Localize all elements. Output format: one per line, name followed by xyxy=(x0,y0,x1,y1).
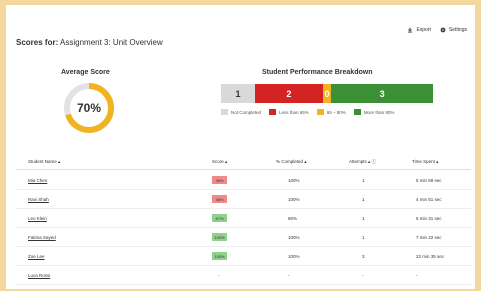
settings-button[interactable]: Settings xyxy=(440,27,467,33)
export-button[interactable]: Export xyxy=(407,27,431,33)
score-badge: 100% xyxy=(212,233,227,241)
title-prefix: Scores for: xyxy=(16,38,59,47)
completed-cell: 60% xyxy=(288,216,298,221)
time-spent-cell: 7 min 22 sec xyxy=(416,235,442,240)
student-name-link[interactable]: Zoe Lee xyxy=(28,254,45,259)
student-name-link[interactable]: Mia Chen xyxy=(28,178,47,183)
settings-label: Settings xyxy=(448,27,467,33)
score-badge: - xyxy=(218,273,220,278)
time-spent-cell: 5 min 31 sec xyxy=(416,216,442,221)
table-header: Student Name ▴ Score ▴ % Completed ▴ Att… xyxy=(16,157,471,167)
student-name-link[interactable]: Luca Rossi xyxy=(28,273,50,278)
legend-label: 65 – 80% xyxy=(326,109,346,115)
legend-item: More than 80% xyxy=(353,109,395,115)
table-row: Fatima Sayed 100% 1 7 min 22 sec 100% xyxy=(16,228,471,247)
breakdown-segment: 0 xyxy=(322,84,332,103)
toolbar: Export Settings xyxy=(407,27,467,33)
completed-cell: 100% xyxy=(288,254,300,259)
export-label: Export xyxy=(416,27,431,33)
breakdown-segment: 3 xyxy=(331,84,434,103)
breakdown-title: Student Performance Breakdown xyxy=(262,69,373,76)
attempts-cell: - xyxy=(362,273,364,278)
gear-icon xyxy=(440,27,446,33)
completed-cell: 100% xyxy=(288,197,300,202)
attempts-cell: 3 xyxy=(362,254,365,259)
completed-cell: - xyxy=(288,273,290,278)
time-spent-cell: - xyxy=(416,273,418,278)
legend-swatch xyxy=(221,109,228,115)
table-row: Leo Klein 60% 1 5 min 31 sec 87% xyxy=(16,209,471,228)
time-spent-cell: 4 min 51 sec xyxy=(416,197,442,202)
average-score-title: Average Score xyxy=(61,69,110,76)
scores-panel: Scores for: Assignment 3: Unit Overview … xyxy=(6,5,475,289)
legend-swatch xyxy=(353,109,361,115)
breakdown-segment: 1 xyxy=(221,84,255,103)
table-row: Ravi Shah 100% 1 4 min 51 sec 36% xyxy=(16,190,471,209)
header-divider xyxy=(16,169,471,170)
legend-item: Less than 65% xyxy=(269,109,309,115)
legend-label: Not Completed xyxy=(231,109,262,115)
page-title: Scores for: Assignment 3: Unit Overview xyxy=(16,38,163,47)
table-row: Luca Rossi - - - - xyxy=(16,266,471,285)
performance-breakdown-bar: 1203 xyxy=(221,84,434,103)
header-completed[interactable]: % Completed ▴ xyxy=(276,159,307,165)
header-student-name[interactable]: Student Name ▴ xyxy=(28,159,60,165)
breakdown-segment: 2 xyxy=(254,84,323,103)
completed-cell: 100% xyxy=(288,178,300,183)
completed-cell: 100% xyxy=(288,235,300,240)
student-name-link[interactable]: Fatima Sayed xyxy=(28,235,56,240)
student-name-link[interactable]: Ravi Shah xyxy=(28,197,49,202)
average-score-value: 70% xyxy=(76,101,102,115)
legend-label: Less than 65% xyxy=(279,109,309,115)
score-badge: 36% xyxy=(212,195,227,203)
legend-item: 65 – 80% xyxy=(316,109,346,115)
attempts-cell: 1 xyxy=(362,178,365,183)
breakdown-legend: Not Completed Less than 65% 65 – 80% More t… xyxy=(221,109,394,115)
score-badge: 36% xyxy=(212,176,227,184)
attempts-cell: 1 xyxy=(362,235,365,240)
time-spent-cell: 22 min 35 sec xyxy=(416,254,445,259)
attempts-cell: 1 xyxy=(362,197,365,202)
table-row: Zoe Lee 100% 3 22 min 35 sec 100% xyxy=(16,247,471,266)
attempts-cell: 1 xyxy=(362,216,365,221)
header-attempts[interactable]: Attempts ▴ ⓘ xyxy=(349,159,376,165)
download-icon xyxy=(408,27,413,33)
legend-swatch xyxy=(269,109,277,115)
legend-swatch xyxy=(316,109,324,115)
score-badge: 100% xyxy=(212,252,227,260)
time-spent-cell: 5 min 59 sec xyxy=(416,178,442,183)
header-time-spent[interactable]: Time Spent ▴ xyxy=(412,159,438,165)
score-badge: 87% xyxy=(212,214,227,222)
student-name-link[interactable]: Leo Klein xyxy=(28,216,47,221)
assignment-name: Assignment 3: Unit Overview xyxy=(60,38,163,47)
legend-item: Not Completed xyxy=(221,109,261,115)
legend-label: More than 80% xyxy=(363,109,395,115)
header-score[interactable]: Score ▴ xyxy=(212,159,227,165)
table-row: Mia Chen 100% 1 5 min 59 sec 36% xyxy=(16,171,471,190)
